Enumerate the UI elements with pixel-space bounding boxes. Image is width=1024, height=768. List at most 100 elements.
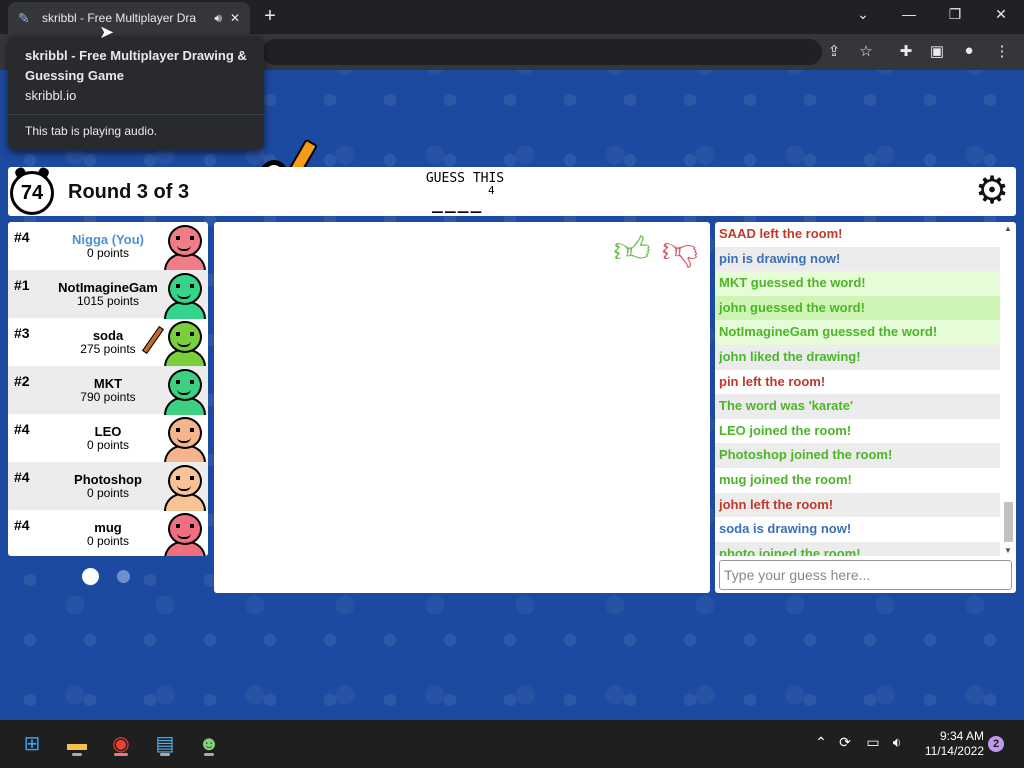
game-header: 74 Round 3 of 3 GUESS THIS 4 ____ ⚙	[8, 167, 1016, 216]
player-row[interactable]: #4 LEO 0 points	[8, 414, 208, 463]
game-app-icon[interactable]: ☻	[195, 730, 223, 758]
tray-chevron-icon[interactable]: ⌃	[810, 734, 832, 751]
new-tab-button[interactable]: +	[258, 5, 282, 29]
minimize-button[interactable]: —	[895, 6, 923, 22]
chat-message: pin is drawing now!	[715, 246, 1000, 272]
speaker-icon[interactable]: 🔊︎	[214, 11, 222, 26]
player-rank: #4	[14, 421, 30, 437]
volume-icon[interactable]: 🔉︎	[886, 734, 908, 751]
round-indicator: Round 3 of 3	[68, 181, 190, 203]
player-row[interactable]: #4 mug 0 points	[8, 510, 208, 556]
player-rank: #3	[14, 325, 30, 341]
hover-card-url: skribbl.io	[25, 88, 77, 103]
clock-date: 11/14/2022	[924, 744, 984, 758]
sync-icon[interactable]: ⟳	[834, 734, 856, 751]
avatar-eyes	[176, 332, 194, 336]
player-row[interactable]: #2 MKT 790 points	[8, 366, 208, 415]
player-row[interactable]: #4 Nigga (You) 0 points	[8, 222, 208, 271]
player-name: mug	[94, 520, 122, 535]
notepad-icon[interactable]: ▤	[151, 730, 179, 758]
extensions-icon[interactable]: ✚	[895, 42, 917, 60]
close-window-button[interactable]: ✕	[987, 6, 1015, 23]
game-page: 74 Round 3 of 3 GUESS THIS 4 ____ ⚙ #4 Ni…	[0, 70, 1024, 720]
chat-message: mug joined the room!	[719, 471, 852, 487]
avatar-head	[168, 321, 202, 353]
chat-message: The word was 'karate'	[715, 394, 1000, 419]
app-indicator	[160, 753, 170, 756]
file-explorer-icon[interactable]: ▬	[63, 730, 91, 758]
chat-message: pin left the room!	[719, 373, 826, 389]
player-rank: #1	[14, 277, 30, 293]
player-avatar	[162, 415, 206, 463]
chat-message: john liked the drawing!	[715, 344, 1000, 370]
avatar-head	[168, 225, 202, 257]
hover-card-audio-note: This tab is playing audio.	[25, 124, 158, 138]
player-list: #4 Nigga (You) 0 points #1 NotImagineGam 1015…	[8, 222, 208, 556]
tab-search-button[interactable]: ⌄	[849, 6, 877, 23]
chat-scrollbar[interactable]: ▲ ▼	[1002, 224, 1014, 555]
round-timer: 74	[10, 171, 54, 215]
network-icon[interactable]: ▭	[862, 734, 884, 751]
player-points: 790 points	[80, 390, 136, 404]
avatar-eyes	[176, 380, 194, 384]
address-bar[interactable]	[262, 39, 822, 65]
player-rank: #4	[14, 469, 30, 485]
player-avatar	[141, 319, 206, 367]
player-avatar	[162, 271, 206, 319]
guess-input[interactable]	[719, 560, 1012, 590]
menu-icon[interactable]: ⋮	[991, 42, 1013, 60]
chat-message: john left the room!	[715, 492, 1000, 518]
app-indicator	[204, 753, 214, 756]
chrome-icon[interactable]: ◉	[107, 730, 135, 758]
profile-icon[interactable]: ●	[958, 42, 980, 59]
word-blanks: ____	[432, 193, 484, 214]
windows-start-icon[interactable]: ⊞	[18, 730, 46, 758]
browser-tab[interactable]: ✎ skribbl - Free Multiplayer Dra 🔊︎ ✕	[8, 2, 250, 34]
thumbs-up-icon[interactable]: 👍︎	[612, 228, 652, 272]
drawing-canvas[interactable]: 👍︎ 👎︎	[214, 222, 710, 593]
chat-message: Photoshop joined the room!	[715, 443, 1000, 468]
chat-message: MKT guessed the word!	[715, 271, 1000, 296]
side-panel-icon[interactable]: ▣	[926, 42, 948, 60]
chat-message: LEO joined the room!	[719, 422, 852, 438]
scroll-down-icon[interactable]: ▼	[1002, 546, 1014, 555]
player-avatar	[162, 463, 206, 511]
taskbar-clock[interactable]: 9:34 AM 11/14/2022	[912, 729, 984, 759]
app-indicator-active	[114, 753, 128, 756]
player-name: Nigga (You)	[72, 232, 144, 247]
chat-message: NotImagineGam guessed the word!	[715, 320, 1000, 345]
tab-close-icon[interactable]: ✕	[230, 11, 240, 25]
player-rank: #4	[14, 229, 30, 245]
chat-message: photo joined the room!	[715, 541, 1000, 556]
player-name: Photoshop	[74, 472, 142, 487]
chat-message: soda is drawing now!	[719, 521, 852, 537]
bookmark-star-icon[interactable]: ☆	[855, 42, 877, 60]
notification-badge[interactable]: 2	[988, 736, 1004, 752]
avatar-head	[168, 465, 202, 497]
skribbl-favicon-icon: ✎	[18, 10, 30, 26]
thumbs-down-icon[interactable]: 👎︎	[660, 228, 700, 272]
player-rank: #2	[14, 373, 30, 389]
page-dot[interactable]	[117, 570, 130, 583]
chat-messages: SAAD left the room! pin is drawing now! MK…	[715, 222, 1000, 556]
scroll-up-icon[interactable]: ▲	[1002, 224, 1014, 233]
player-row[interactable]: #3 soda 275 points	[8, 318, 208, 367]
player-name: MKT	[93, 376, 123, 391]
avatar-eyes	[176, 236, 194, 240]
settings-gear-icon[interactable]: ⚙	[972, 171, 1012, 211]
page-dot-active[interactable]	[82, 568, 99, 585]
player-row[interactable]: #4 Photoshop 0 points	[8, 462, 208, 511]
avatar-head	[168, 513, 202, 545]
player-rank: #4	[14, 517, 30, 533]
player-points: 0 points	[86, 438, 130, 452]
scroll-thumb[interactable]	[1004, 502, 1013, 542]
restore-button[interactable]: ❐	[941, 6, 969, 23]
player-avatar	[162, 367, 206, 415]
word-length: 4	[488, 184, 495, 197]
player-row[interactable]: #1 NotImagineGam 1015 points	[8, 270, 208, 319]
app-indicator	[72, 753, 82, 756]
avatar-head	[168, 273, 202, 305]
chat-message: SAAD left the room!	[719, 226, 843, 241]
player-points: 0 points	[86, 534, 130, 548]
share-icon[interactable]: ⇪	[823, 42, 845, 60]
